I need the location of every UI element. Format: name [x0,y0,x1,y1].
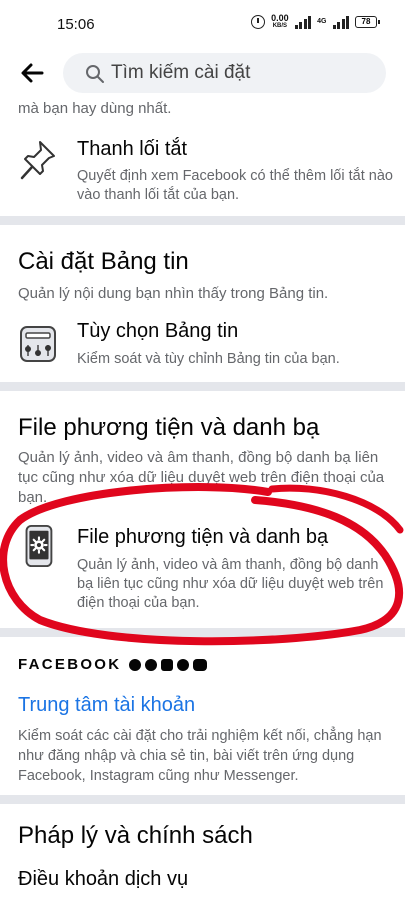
status-bar: 15:06 0.00 KB/S 4G 78 [0,0,405,50]
search-icon [86,65,104,83]
news-feed-preferences-title: Tùy chọn Bảng tin [77,320,239,342]
news-feed-section-description: Quản lý nội dung bạn nhìn thấy trong Bản… [18,285,329,302]
shortcuts-description: Quyết định xem Facebook có thể thêm lối … [77,168,393,203]
battery-icon: 78 [355,16,380,28]
network-type: 4G [317,18,327,25]
meta-apps-icons [129,658,208,671]
facebook-icon [129,658,142,671]
accounts-center-link[interactable]: Trung tâm tài khoản [18,694,195,717]
news-feed-preferences-item[interactable]: Tùy chọn Bảng tin Kiểm soát và tùy chỉnh… [0,312,405,374]
search-input[interactable] [111,62,371,84]
accounts-center-description: Kiểm soát các cài đặt cho trải nghiệm kế… [18,728,382,784]
status-time: 15:06 [57,16,95,33]
section-divider [0,795,405,804]
terms-of-service-item[interactable]: Điều khoản dịch vụ [18,868,188,891]
partial-description: mà bạn hay dùng nhất. [18,100,172,117]
search-bar[interactable] [63,53,386,93]
section-divider [0,628,405,637]
news-feed-section-title: Cài đặt Bảng tin [18,248,189,275]
news-feed-preferences-description: Kiểm soát và tùy chỉnh Bảng tin của bạn. [77,351,340,367]
alarm-icon [251,15,266,29]
messenger-icon [145,658,158,671]
section-divider [0,382,405,391]
shortcuts-item[interactable]: Thanh lối tắt Quyết định xem Facebook có… [0,130,405,210]
wifi-signal-icon [294,15,312,29]
legal-section-title: Pháp lý và chính sách [18,822,253,849]
shortcuts-title: Thanh lối tắt [77,138,188,160]
news-feed-preferences-icon [20,326,56,362]
facebook-wordmark: FACEBOOK [18,656,122,673]
pin-icon [20,141,55,180]
facebook-brand-row: FACEBOOK [18,656,208,673]
settings-list[interactable]: mà bạn hay dùng nhất. Thanh lối tắt Quyế… [0,100,405,900]
status-icons: 0.00 KB/S 4G 78 [251,14,380,30]
media-section-title: File phương tiện và danh bạ [18,414,320,441]
phone-settings-icon [25,524,53,568]
portal-icon [193,658,208,671]
whatsapp-icon [177,658,190,671]
instagram-icon [161,658,174,671]
cell-signal-icon [332,15,349,29]
media-contacts-item[interactable]: File phương tiện và danh bạ Quản lý ảnh,… [0,518,405,618]
media-contacts-title: File phương tiện và danh bạ [77,526,329,548]
network-speed-unit: KB/S [272,23,288,29]
media-contacts-description: Quản lý ảnh, video và âm thanh, đồng bộ … [77,557,384,611]
media-section-description: Quản lý ảnh, video và âm thanh, đồng bộ … [18,449,385,506]
network-speed: 0.00 KB/S [271,14,289,30]
back-arrow-icon [21,63,44,83]
back-button[interactable] [18,59,46,87]
section-divider [0,216,405,225]
top-bar [0,50,405,100]
